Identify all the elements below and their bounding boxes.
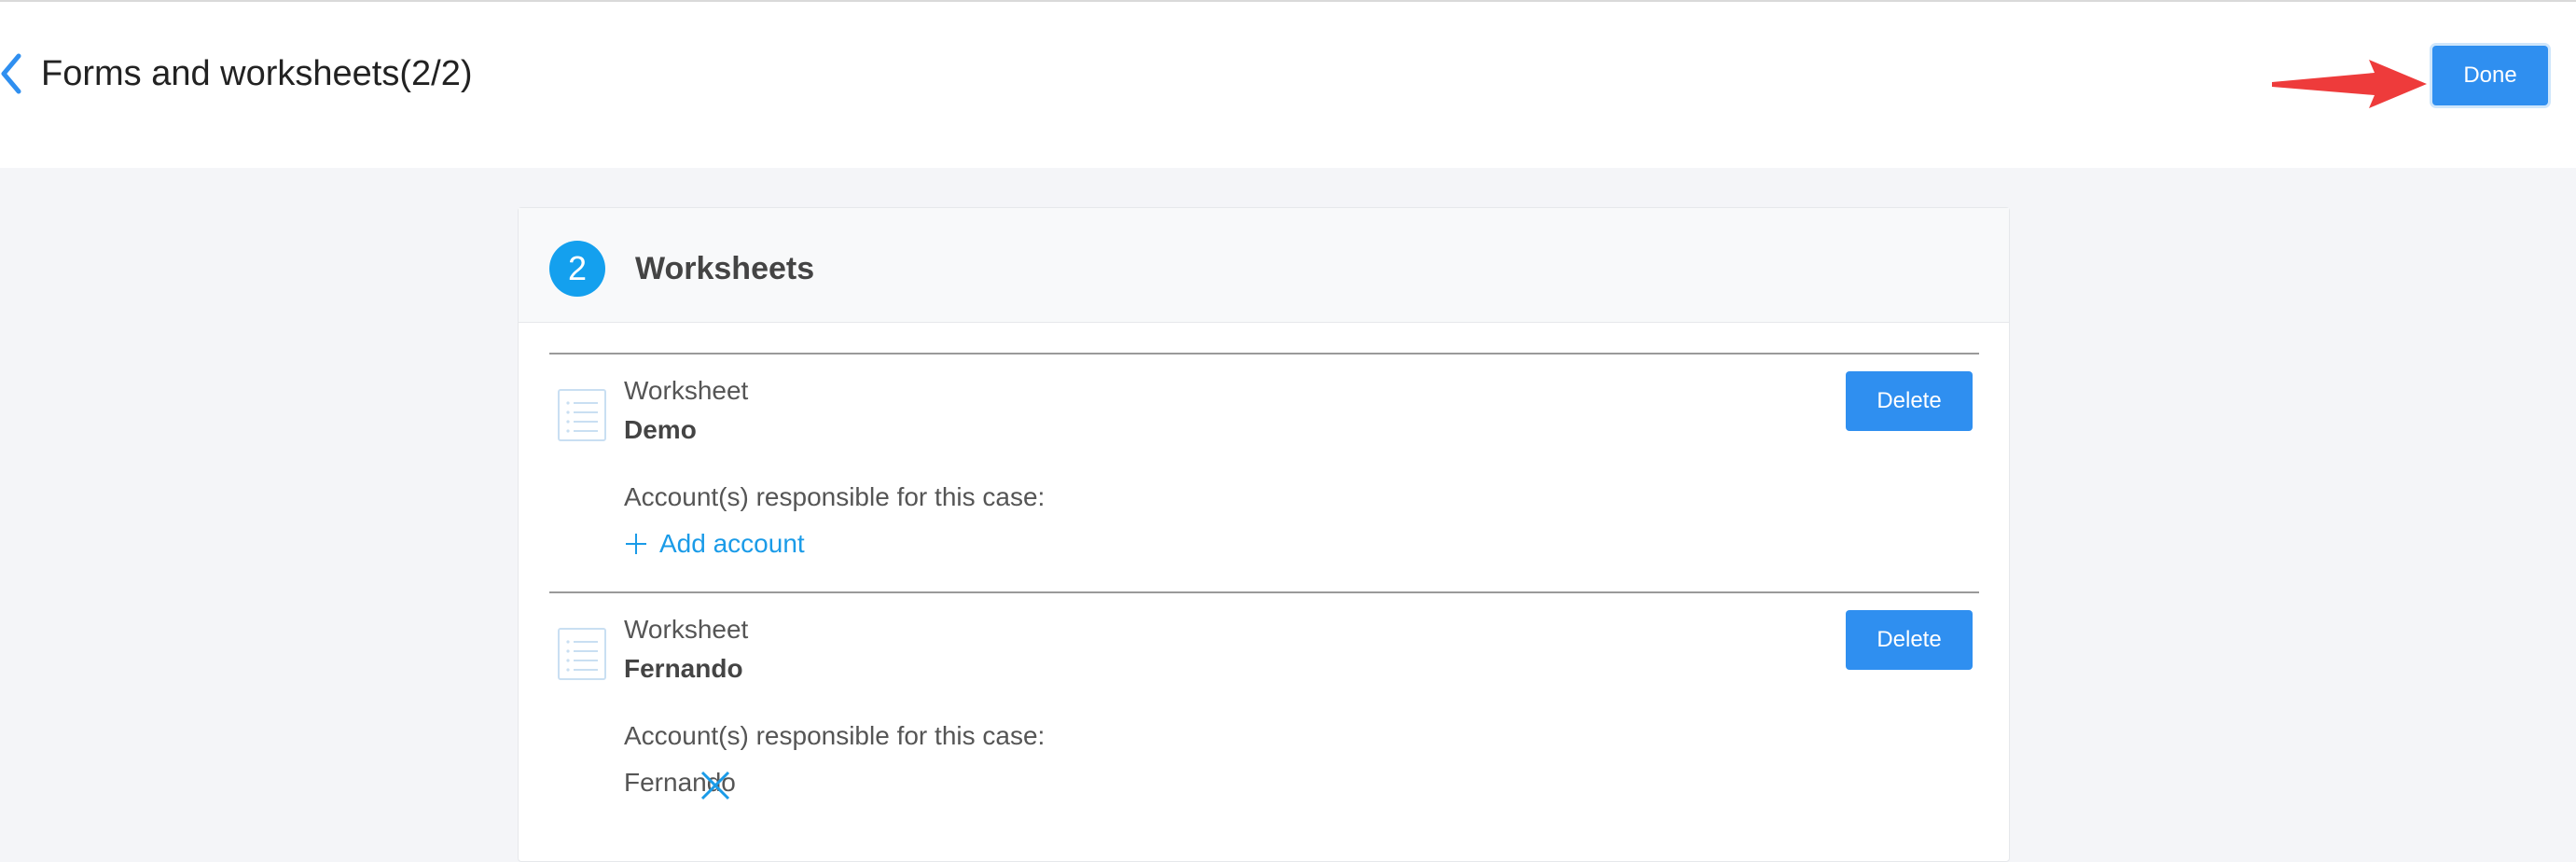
- add-account-link[interactable]: Add account: [624, 526, 805, 562]
- done-button[interactable]: Done: [2432, 46, 2548, 105]
- add-account-label: Add account: [659, 529, 805, 558]
- card-header: 2 Worksheets: [519, 208, 2009, 323]
- step-badge: 2: [549, 241, 605, 297]
- list-document-icon: [558, 389, 606, 441]
- close-icon[interactable]: [697, 767, 734, 804]
- worksheet-name: Demo: [624, 415, 697, 444]
- list-document-icon: [558, 628, 606, 680]
- page-title: Forms and worksheets(2/2): [41, 54, 473, 93]
- chevron-left-icon[interactable]: [0, 50, 24, 97]
- responsible-accounts-label: Account(s) responsible for this case:: [624, 482, 1046, 511]
- page-header: Forms and worksheets(2/2) Done: [0, 2, 2576, 168]
- red-arrow-annotation: [2272, 60, 2427, 108]
- worksheet-item: Worksheet Fernando Delete Account(s) res…: [549, 591, 1979, 832]
- worksheet-type-label: Worksheet: [624, 615, 749, 644]
- worksheets-card: 2 Worksheets Worksheet Demo Delete Accou…: [518, 207, 2010, 862]
- section-title: Worksheets: [635, 251, 815, 286]
- responsible-accounts-label: Account(s) responsible for this case:: [624, 721, 1046, 750]
- worksheet-item: Worksheet Demo Delete Account(s) respons…: [549, 353, 1979, 593]
- plus-icon: [626, 534, 646, 554]
- worksheet-type-label: Worksheet: [624, 376, 749, 405]
- delete-button[interactable]: Delete: [1846, 610, 1973, 670]
- delete-button[interactable]: Delete: [1846, 371, 1973, 431]
- worksheet-name: Fernando: [624, 654, 743, 683]
